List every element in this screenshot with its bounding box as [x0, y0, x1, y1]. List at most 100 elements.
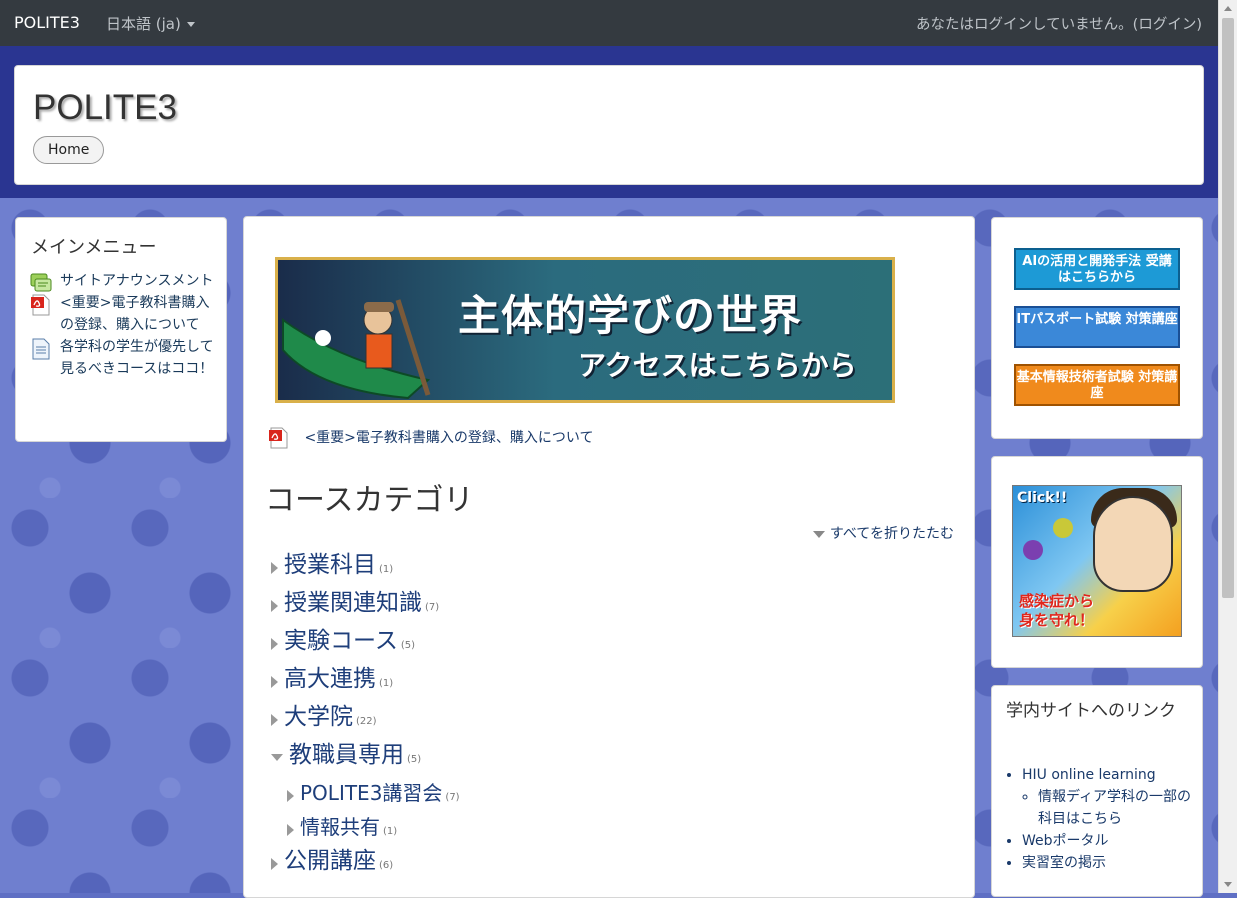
home-button[interactable]: Home	[33, 136, 105, 164]
active-learning-banner[interactable]: 主体的学びの世界 アクセスはこちらから	[275, 257, 895, 403]
sublink-list: 情報ディア学科の一部の科目はこちら	[1022, 786, 1202, 830]
expand-arrow-icon[interactable]	[271, 857, 278, 870]
top-navbar: POLITE3 日本語 (ja) あなたはログインしていません。(ログイン)	[0, 0, 1218, 46]
collapse-all-link[interactable]: すべてを折りたたむ	[812, 523, 954, 543]
category-item[interactable]: 授業科目 (1)	[271, 549, 931, 587]
main-content: 主体的学びの世界 アクセスはこちらから <重要>電子教科書購入の登録、購入につい…	[243, 216, 975, 898]
message-line: 感染症から	[1019, 592, 1095, 610]
expand-arrow-icon[interactable]	[271, 713, 278, 726]
category-count: (5)	[400, 640, 416, 651]
link-lab-board[interactable]: 実習室の掲示	[1022, 852, 1202, 874]
subcategory-item[interactable]: POLITE3講習会 (7)	[271, 777, 931, 811]
infection-ad-block: Click!! 感染症から 身を守れ！	[991, 456, 1203, 668]
collapse-arrow-icon[interactable]	[271, 754, 283, 761]
category-item[interactable]: 授業関連知識 (7)	[271, 587, 931, 625]
category-item[interactable]: 大学院 (22)	[271, 701, 931, 739]
category-tree: 授業科目 (1) 授業関連知識 (7) 実験コース (5) 高大連携 (1) 大学院 (2…	[271, 549, 931, 883]
category-item[interactable]: 教職員専用 (5)	[271, 739, 931, 777]
category-name[interactable]: 情報共有	[300, 815, 380, 839]
ai-course-banner[interactable]: AIの活用と開発手法 受講はこちらから	[1014, 248, 1180, 290]
category-count: (1)	[379, 564, 394, 575]
category-item[interactable]: 実験コース (5)	[271, 625, 931, 663]
category-count: (22)	[356, 716, 377, 727]
category-count: (7)	[425, 602, 440, 613]
collapse-triangle-icon	[812, 530, 825, 538]
link-label[interactable]: 情報ディア学科の一部の科目はこちら	[1038, 789, 1191, 827]
main-menu-title: メインメニュー	[31, 237, 157, 258]
page-header: POLITE3 Home	[14, 65, 1204, 185]
campus-links-block: 学内サイトへのリンク HIU online learning 情報ディア学科の一…	[991, 685, 1203, 897]
infection-prevention-banner[interactable]: Click!! 感染症から 身を守れ！	[1012, 485, 1182, 637]
category-name[interactable]: POLITE3講習会	[300, 781, 442, 805]
virus-icon	[1053, 518, 1073, 538]
link-media-dept[interactable]: 情報ディア学科の一部の科目はこちら	[1038, 786, 1202, 830]
login-status: あなたはログインしていません。(ログイン)	[916, 13, 1202, 34]
category-count: (1)	[379, 678, 394, 689]
ebook-pdf-link[interactable]: <重要>電子教科書購入の登録、購入について	[268, 427, 594, 449]
login-link[interactable]: (ログイン)	[1133, 17, 1202, 33]
menu-item-priority-courses[interactable]: 各学科の学生が優先して見るべきコースはココ！	[30, 336, 216, 380]
category-name[interactable]: 授業科目	[284, 552, 376, 578]
link-label[interactable]: 実習室の掲示	[1022, 855, 1106, 871]
category-name[interactable]: 公開講座	[284, 848, 376, 874]
category-count: (1)	[383, 826, 398, 837]
page-title: POLITE3	[33, 88, 177, 127]
link-hiu-online[interactable]: HIU online learning 情報ディア学科の一部の科目はこちら	[1022, 764, 1202, 830]
scroll-down-icon[interactable]	[1224, 882, 1232, 887]
virus-icon	[1023, 540, 1043, 560]
main-menu-list: サイトアナウンスメント <重要>電子教科書購入の登録、購入について 各学科の学生…	[30, 270, 216, 380]
link-web-portal[interactable]: Webポータル	[1022, 830, 1202, 852]
course-banners-block: AIの活用と開発手法 受講はこちらから ITパスポート試験 対策講座 基本情報技…	[991, 217, 1203, 439]
banner-title: 主体的学びの世界	[458, 291, 803, 340]
fe-exam-banner[interactable]: 基本情報技術者試験 対策講座	[1014, 364, 1180, 406]
navbar-brand[interactable]: POLITE3	[14, 13, 80, 32]
chevron-down-icon	[186, 22, 195, 27]
subcategory-item[interactable]: 情報共有 (1)	[271, 811, 931, 845]
link-label[interactable]: Webポータル	[1022, 833, 1109, 849]
expand-arrow-icon[interactable]	[271, 599, 278, 612]
category-count: (6)	[379, 860, 394, 871]
campus-links-title: 学内サイトへのリンク	[1006, 701, 1176, 721]
click-label: Click!!	[1017, 490, 1068, 506]
category-name[interactable]: 実験コース	[284, 628, 398, 654]
vertical-scrollbar[interactable]	[1218, 0, 1237, 893]
collapse-all-label: すべてを折りたたむ	[829, 526, 954, 542]
it-passport-banner[interactable]: ITパスポート試験 対策講座	[1014, 306, 1180, 348]
pdf-icon	[269, 427, 288, 449]
menu-item-announcements[interactable]: サイトアナウンスメント	[30, 270, 216, 292]
campus-links-list: HIU online learning 情報ディア学科の一部の科目はこちら We…	[1006, 764, 1202, 874]
message-line: 身を守れ！	[1019, 611, 1095, 629]
category-count: (7)	[445, 792, 460, 803]
category-count: (5)	[407, 754, 422, 765]
category-name[interactable]: 高大連携	[284, 666, 376, 692]
infection-message: 感染症から 身を守れ！	[1019, 592, 1094, 630]
category-name[interactable]: 大学院	[284, 704, 353, 730]
menu-item-ebook[interactable]: <重要>電子教科書購入の登録、購入について	[30, 292, 216, 336]
category-name[interactable]: 教職員専用	[289, 742, 404, 768]
category-item[interactable]: 公開講座 (6)	[271, 845, 931, 883]
category-name[interactable]: 授業関連知識	[284, 590, 422, 616]
menu-item-label: サイトアナウンスメント	[60, 273, 214, 289]
language-dropdown[interactable]: 日本語 (ja)	[106, 13, 195, 34]
pdf-icon	[31, 294, 50, 316]
language-label: 日本語 (ja)	[106, 15, 181, 33]
login-status-text: あなたはログインしていません。	[916, 17, 1133, 33]
scroll-up-icon[interactable]	[1224, 6, 1232, 11]
menu-item-label: <重要>電子教科書購入の登録、購入について	[60, 295, 210, 333]
expand-arrow-icon[interactable]	[271, 675, 278, 688]
course-categories-title: コースカテゴリ	[265, 483, 474, 518]
menu-item-label: 各学科の学生が優先して見るべきコースはココ！	[60, 339, 214, 377]
expand-arrow-icon[interactable]	[287, 789, 294, 802]
category-item[interactable]: 高大連携 (1)	[271, 663, 931, 701]
main-menu-block: メインメニュー サイトアナウンスメント <重要>電子教科書購入の登録、購入につい…	[15, 217, 227, 442]
expand-arrow-icon[interactable]	[287, 823, 294, 836]
page-icon	[32, 338, 50, 360]
banner-subtitle: アクセスはこちらから	[578, 349, 857, 382]
link-label[interactable]: HIU online learning	[1022, 767, 1156, 783]
character-face	[1093, 496, 1173, 592]
expand-arrow-icon[interactable]	[271, 637, 278, 650]
scrollbar-thumb[interactable]	[1222, 18, 1234, 598]
forum-icon	[30, 273, 52, 292]
expand-arrow-icon[interactable]	[271, 561, 278, 574]
canoe-illustration	[282, 299, 431, 400]
